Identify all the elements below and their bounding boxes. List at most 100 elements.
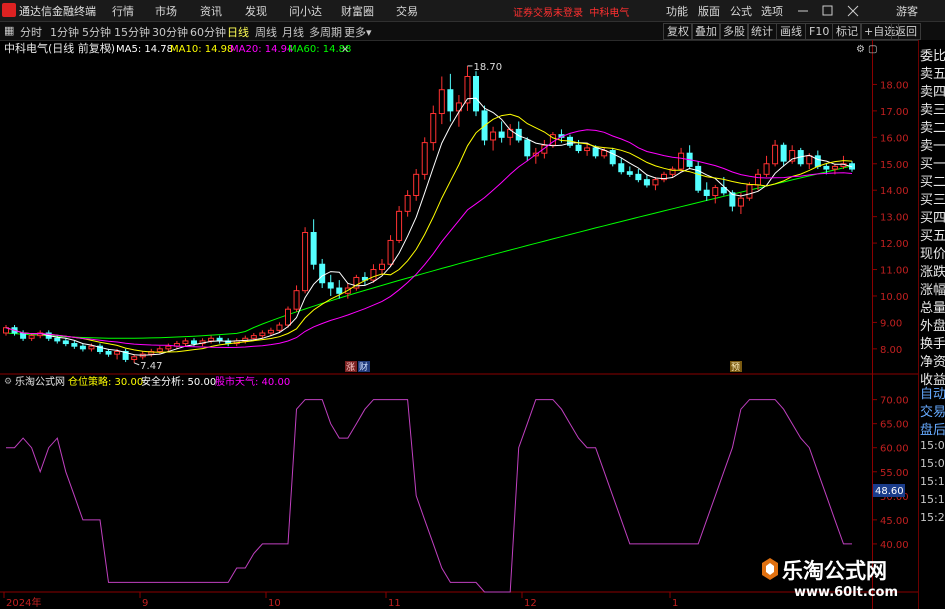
candle-body xyxy=(79,345,86,350)
price-tick-label: 9.00 xyxy=(880,318,902,329)
tab-more[interactable]: 更多▾ xyxy=(344,24,372,40)
candle-body xyxy=(490,131,497,141)
mark-button[interactable]: 标记 xyxy=(832,23,862,40)
x-axis: 2024年 9 10 11 12 1 xyxy=(3,592,678,609)
cursor-value: 48.60 xyxy=(875,486,904,497)
trade-time: 15:00 xyxy=(920,439,945,452)
indicator-tick-label: 60.00 xyxy=(880,444,909,455)
candle-body xyxy=(831,165,838,170)
price-tick-label: 13.00 xyxy=(880,213,909,224)
x-tick-label: 10 xyxy=(268,598,281,609)
marker-forecast: 预 xyxy=(731,362,740,373)
high-price-label: 18.70 xyxy=(473,62,502,73)
draw-line-button[interactable]: 画线 xyxy=(776,23,806,40)
menu-shichang[interactable]: 市场 xyxy=(155,3,177,19)
stats-button[interactable]: 统计 xyxy=(747,23,777,40)
tab-daily[interactable]: 日线 xyxy=(227,24,249,40)
indicator-y-axis: 70.0065.0060.0055.0050.0045.0040.00 xyxy=(872,396,909,551)
menu-jiaoyi[interactable]: 交易 xyxy=(396,3,418,19)
multi-stock-button[interactable]: 多股 xyxy=(719,23,749,40)
quote-label[interactable]: 自动 xyxy=(920,383,945,402)
back-button[interactable]: 返回 xyxy=(891,23,921,40)
menu-guest[interactable]: 游客 xyxy=(896,3,918,19)
candle-body xyxy=(114,350,121,355)
market-weather-label: 股市天气: 40.00 xyxy=(215,375,290,388)
menu-caifuquan[interactable]: 财富圈 xyxy=(341,3,374,19)
candle-body xyxy=(267,329,274,334)
watermark-title: 乐淘公式网 xyxy=(782,559,887,583)
price-tick-label: 10.00 xyxy=(880,292,909,303)
candle-body xyxy=(387,239,394,265)
menu-gongshi[interactable]: 公式 xyxy=(730,3,752,19)
indicator-line xyxy=(6,399,852,593)
indicator-settings-icon[interactable]: ⚙ xyxy=(4,377,12,387)
close-icon[interactable] xyxy=(847,5,859,17)
candle-body xyxy=(285,308,291,326)
adjust-button[interactable]: 复权 xyxy=(663,23,693,40)
restore-icon[interactable] xyxy=(822,5,833,16)
candle-body xyxy=(319,263,326,284)
menu-banmian[interactable]: 版面 xyxy=(698,3,720,19)
f10-button[interactable]: F10 xyxy=(805,23,834,40)
close-panel-icon[interactable]: × xyxy=(341,44,349,55)
quote-label: 买五 xyxy=(920,229,945,244)
tab-1min[interactable]: 1分钟 xyxy=(50,24,79,40)
menu-gongneng[interactable]: 功能 xyxy=(666,3,688,19)
candle-body xyxy=(413,173,420,196)
menu-zixun[interactable]: 资讯 xyxy=(200,3,222,19)
collapse-icon[interactable]: ▢ xyxy=(868,44,877,55)
trade-time: 15:19 xyxy=(920,493,945,506)
candle-body xyxy=(592,147,599,157)
menu-faxian[interactable]: 发现 xyxy=(245,3,267,19)
candle-body xyxy=(404,194,411,212)
candle-body xyxy=(370,269,377,281)
market-weather-line xyxy=(6,399,852,593)
overlay-button[interactable]: 叠加 xyxy=(691,23,721,40)
quote-label: 卖一 xyxy=(920,139,945,154)
candle-body xyxy=(473,76,479,112)
quote-label[interactable]: 盘后 xyxy=(920,419,945,438)
candle-body xyxy=(20,332,27,339)
watermark-logo-icon xyxy=(762,558,778,580)
panel-settings-icon[interactable]: ⚙ xyxy=(856,44,865,55)
quote-label[interactable]: 交易 xyxy=(920,401,945,420)
candle-body xyxy=(601,150,608,157)
kline-chart[interactable]: 中科电气(日线 前复权) ⚙ MA5: 14.78 MA10: 14.98 MA… xyxy=(0,40,918,609)
candle-body xyxy=(763,163,770,175)
candle-body xyxy=(575,144,582,152)
position-strategy-label: 仓位策略: 30.00 xyxy=(68,375,143,388)
candle-body xyxy=(131,356,138,360)
tab-60min[interactable]: 60分钟 xyxy=(190,24,226,40)
tab-multi-period[interactable]: 多周期 xyxy=(309,24,342,40)
candle-body xyxy=(327,282,334,289)
candle-body xyxy=(584,147,591,152)
indicator-tick-label: 65.00 xyxy=(880,420,909,431)
candle-body xyxy=(806,155,813,165)
tab-monthly[interactable]: 月线 xyxy=(282,24,304,40)
period-tabs: ▦ 分时 1分钟 5分钟 15分钟 30分钟 60分钟 日线 周线 月线 多周期… xyxy=(0,22,945,41)
quote-panel: 委比 卖五 卖四 卖三 卖二 卖一 买一 买二 买三 买四 买五 现价 涨跌 涨幅 总量 外盘 换手 净资 收益 自动… xyxy=(918,40,945,609)
grid-icon[interactable]: ▦ xyxy=(4,24,14,37)
settings-icon[interactable]: ⚙ xyxy=(104,45,112,55)
candle-body xyxy=(755,173,761,186)
menu-wenxiaoda[interactable]: 问小达 xyxy=(289,3,322,19)
tab-weekly[interactable]: 周线 xyxy=(255,24,277,40)
candle-body xyxy=(276,324,283,331)
tab-30min[interactable]: 30分钟 xyxy=(152,24,188,40)
tab-15min[interactable]: 15分钟 xyxy=(114,24,150,40)
candle-body xyxy=(259,332,266,337)
trade-time: 15:13 xyxy=(920,475,945,488)
candle-body xyxy=(310,232,317,265)
menu-xuanxiang[interactable]: 选项 xyxy=(761,3,783,19)
candle-body xyxy=(635,173,642,181)
menu-hangqing[interactable]: 行情 xyxy=(112,3,134,19)
candle-body xyxy=(438,89,445,115)
candle-body xyxy=(250,335,257,339)
ma20-line xyxy=(5,129,853,349)
candle-body xyxy=(618,163,625,173)
quote-label: 现价 xyxy=(920,247,945,262)
quote-label: 总量 xyxy=(920,301,945,316)
tab-fenshi[interactable]: 分时 xyxy=(20,24,42,40)
candle-body xyxy=(524,139,531,157)
tab-5min[interactable]: 5分钟 xyxy=(82,24,111,40)
